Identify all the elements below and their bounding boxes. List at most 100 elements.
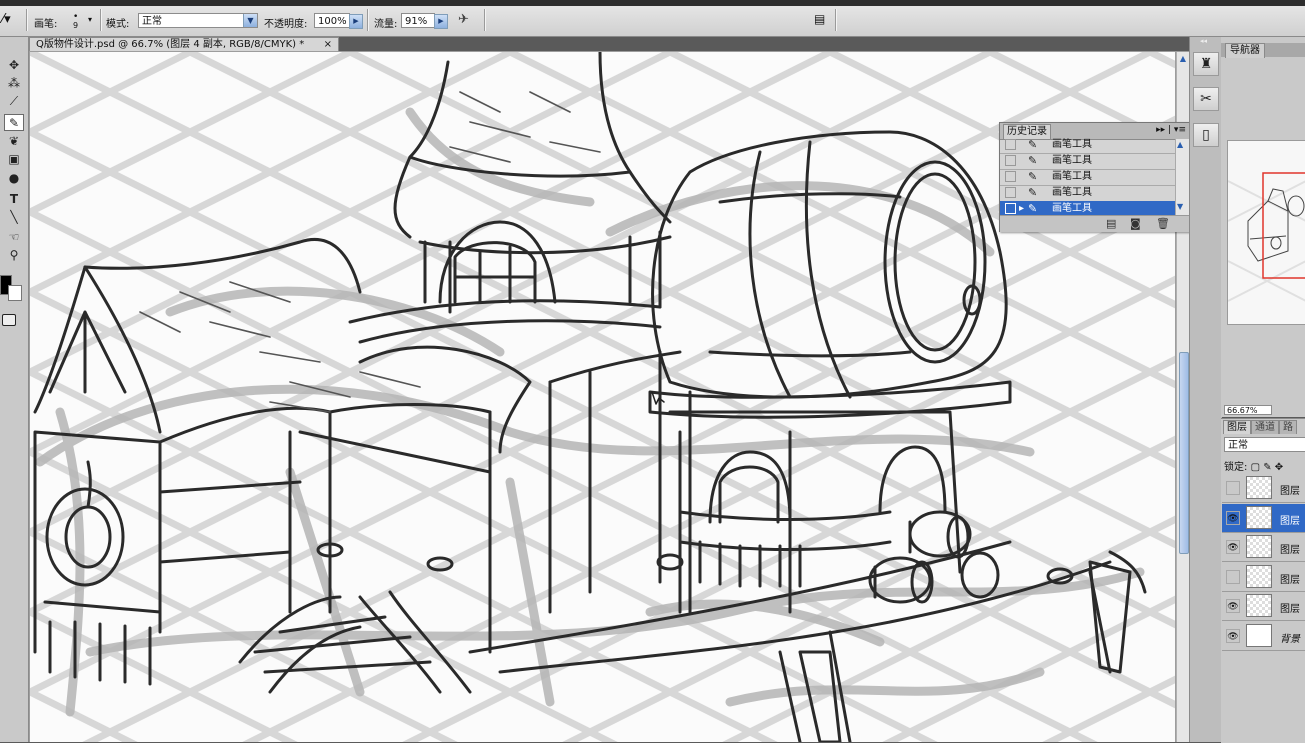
tab-channels[interactable]: 通道 xyxy=(1251,420,1279,434)
lock-pixels-icon[interactable]: ✎ xyxy=(1263,462,1271,473)
separator xyxy=(484,9,486,31)
line-tool-icon[interactable]: ╲ xyxy=(4,209,24,226)
scroll-up-icon[interactable]: ▲ xyxy=(1177,140,1183,149)
layer-thumbnail xyxy=(1246,476,1272,499)
layer-row[interactable]: 👁 图层 xyxy=(1222,592,1305,621)
trash-icon[interactable]: 🗑 xyxy=(1156,217,1170,231)
airbrush-icon[interactable]: ✈ xyxy=(458,12,469,27)
palette-well-icon[interactable]: ▤ xyxy=(814,12,825,26)
hand-tool-icon[interactable]: ☜ xyxy=(4,229,24,246)
visibility-eye-icon[interactable]: 👁 xyxy=(1226,510,1240,525)
lock-position-icon[interactable]: ✥ xyxy=(1275,462,1283,473)
history-state[interactable]: ✎ 画笔工具 xyxy=(1000,153,1175,170)
brush-icon: ✎ xyxy=(1028,170,1038,183)
mode-label: 模式: xyxy=(106,19,130,30)
arrow-right-icon[interactable]: ▶ xyxy=(349,14,363,29)
flow-value: 91% xyxy=(405,16,428,27)
layer-row[interactable]: 👁 图层 xyxy=(1222,533,1305,562)
dodge-icon[interactable]: ● xyxy=(4,170,24,187)
document-title: Q版物件设计.psd @ 66.7% (图层 4 副本, RGB/8/CMYK)… xyxy=(36,39,305,50)
history-panel-footer: ▤ ◙ 🗑 xyxy=(1000,215,1190,232)
navigator-tab[interactable]: 导航器 xyxy=(1225,43,1265,58)
layer-thumbnail xyxy=(1246,505,1272,529)
visibility-eye-icon[interactable]: 👁 xyxy=(1226,628,1240,643)
history-source-checkbox[interactable] xyxy=(1005,171,1016,182)
layer-thumbnail xyxy=(1246,594,1272,617)
visibility-eye-icon[interactable]: 👁 xyxy=(1226,599,1240,613)
scrollbar-thumb[interactable] xyxy=(1179,352,1189,554)
brush-tool-icon[interactable]: ⁄▾ xyxy=(2,12,11,27)
tool-presets-icon[interactable]: ✂ xyxy=(1193,87,1219,111)
history-source-checkbox[interactable] xyxy=(1005,139,1016,150)
collapse-icon[interactable]: ◂◂ xyxy=(1200,37,1207,45)
opacity-field[interactable]: 100% ▶ xyxy=(314,13,363,29)
layer-name: 图层 xyxy=(1280,545,1300,556)
brush-label: 画笔: xyxy=(34,19,58,30)
lock-label: 锁定: xyxy=(1224,462,1248,473)
history-panel: 历史记录 ▸▸ | ▾≡ ✎ 画笔工具 ✎ 画笔工具 ✎ 画笔工具 ✎ 画笔工具… xyxy=(999,122,1191,232)
opacity-label: 不透明度: xyxy=(264,19,308,30)
eyedropper-icon[interactable]: ⟋ xyxy=(4,93,24,110)
layers-panel: 图层 通道 路 正常 锁定: ▢ ✎ ✥ 图层 👁 图层 👁 图层 图层 👁 图层 👁 背景 xyxy=(1221,418,1305,743)
history-source-checkbox[interactable] xyxy=(1005,203,1016,214)
background-color-swatch[interactable] xyxy=(8,285,22,301)
history-state[interactable]: ✎ 画笔工具 xyxy=(1000,137,1175,154)
history-state[interactable]: ✎ 画笔工具 xyxy=(1000,185,1175,202)
visibility-eye-icon[interactable]: 👁 xyxy=(1226,540,1240,554)
tab-paths[interactable]: 路 xyxy=(1279,420,1297,434)
history-brush-icon[interactable]: ❦ xyxy=(4,133,24,150)
layer-row[interactable]: 👁 图层 xyxy=(1222,503,1305,533)
navigator-zoom-value: 66.67% xyxy=(1227,406,1258,415)
history-source-checkbox[interactable] xyxy=(1005,187,1016,198)
layer-row[interactable]: 图层 xyxy=(1222,563,1305,592)
tab-layers[interactable]: 图层 xyxy=(1223,420,1251,434)
history-panel-icon[interactable]: ▯ xyxy=(1193,123,1219,147)
visibility-eye-icon[interactable] xyxy=(1226,481,1240,495)
layer-name: 图层 xyxy=(1280,604,1300,615)
clone-source-icon[interactable]: ♜ xyxy=(1193,52,1219,76)
lock-transparency-icon[interactable]: ▢ xyxy=(1251,462,1260,473)
layer-row[interactable]: 👁 背景 xyxy=(1222,622,1305,651)
layer-row[interactable]: 图层 xyxy=(1222,474,1305,503)
scroll-up-icon[interactable]: ▲ xyxy=(1178,54,1188,64)
navigator-preview[interactable] xyxy=(1227,140,1305,325)
visibility-eye-icon[interactable] xyxy=(1226,569,1240,584)
history-source-checkbox[interactable] xyxy=(1005,155,1016,166)
navigator-zoom-field[interactable]: 66.67% xyxy=(1224,405,1272,415)
arrow-right-icon[interactable]: ▶ xyxy=(434,14,448,29)
new-snapshot-icon[interactable]: ◙ xyxy=(1130,217,1141,231)
brush-icon: ✎ xyxy=(1028,154,1038,167)
layer-thumbnail xyxy=(1246,564,1272,588)
quick-mask-icon[interactable] xyxy=(2,314,16,326)
separator xyxy=(26,9,28,31)
options-bar: ⁄▾ 画笔: • 9 ▾ 模式: 正常 ▼ 不透明度: 100% ▶ 流量: 9… xyxy=(0,0,1305,37)
separator xyxy=(835,9,837,31)
layer-list: 图层 👁 图层 👁 图层 图层 👁 图层 👁 背景 xyxy=(1221,474,1305,654)
scroll-down-icon[interactable]: ▼ xyxy=(1177,202,1183,211)
brush-preset-picker[interactable]: • 9 ▾ xyxy=(70,10,98,32)
brush-tool-icon[interactable]: ✎ xyxy=(4,114,24,131)
layer-name: 图层 xyxy=(1280,574,1300,586)
panel-dock: ◂◂ ♜ ✂ ▯ xyxy=(1189,37,1222,742)
separator xyxy=(367,9,369,31)
new-document-from-state-icon[interactable]: ▤ xyxy=(1106,217,1116,231)
flow-label: 流量: xyxy=(374,19,398,30)
zoom-tool-icon[interactable]: ⚲ xyxy=(4,247,24,264)
history-state[interactable]: ✎ 画笔工具 xyxy=(1000,169,1175,186)
layer-name: 图层 xyxy=(1280,486,1300,497)
navigator-thumbnail xyxy=(1228,172,1305,302)
type-tool-icon[interactable]: T xyxy=(4,191,24,208)
history-scrollbar[interactable]: ▲ ▼ xyxy=(1175,139,1189,215)
mode-select[interactable]: 正常 ▼ xyxy=(138,13,258,28)
layer-thumbnail xyxy=(1246,535,1272,558)
magic-wand-icon[interactable]: ⁂ xyxy=(4,75,24,92)
flow-field[interactable]: 91% ▶ xyxy=(401,13,448,29)
move-tool-icon[interactable]: ✥ xyxy=(4,57,24,74)
close-icon[interactable]: × xyxy=(324,38,332,52)
document-tab[interactable]: Q版物件设计.psd @ 66.7% (图层 4 副本, RGB/8/CMYK)… xyxy=(29,37,339,51)
gradient-icon[interactable]: ▣ xyxy=(4,151,24,168)
layer-name: 图层 xyxy=(1280,515,1300,527)
panel-menu-icon[interactable]: ▸▸ | ▾≡ xyxy=(1156,125,1186,135)
blend-mode-select[interactable]: 正常 xyxy=(1224,437,1305,452)
navigator-panel-header: 导航器 xyxy=(1221,43,1305,58)
